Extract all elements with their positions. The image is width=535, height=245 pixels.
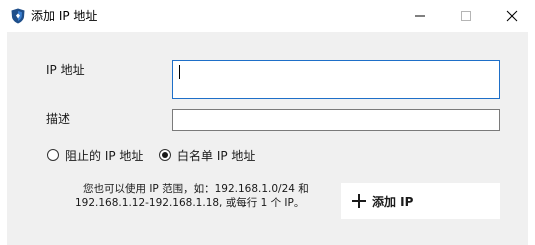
ip-address-label: IP 地址 (46, 63, 85, 77)
close-icon (506, 10, 518, 22)
minimize-icon (415, 15, 425, 17)
plus-icon (352, 194, 366, 208)
hint-line-1: 您也可以使用 IP 范围，如：192.168.1.0/24 和 (83, 183, 309, 195)
text-caret (179, 65, 180, 79)
title-bar[interactable]: 添加 IP 地址 (0, 0, 535, 32)
add-ip-dialog: 添加 IP 地址 IP 地址 描述 阻止的 IP 地址 白名单 IP 地址 您也… (0, 0, 535, 245)
maximize-icon (461, 11, 471, 21)
radio-button-unchecked[interactable] (47, 149, 59, 161)
maximize-button[interactable] (443, 0, 489, 32)
minimize-button[interactable] (397, 0, 443, 32)
description-input[interactable] (172, 109, 500, 131)
add-ip-button-label: 添加 IP (372, 194, 414, 209)
window-title: 添加 IP 地址 (31, 9, 98, 23)
ip-address-input[interactable] (172, 60, 500, 99)
radio-blocked-ip-label: 阻止的 IP 地址 (65, 148, 144, 163)
description-label: 描述 (46, 112, 71, 126)
radio-blocked-ip[interactable]: 阻止的 IP 地址 (47, 148, 144, 163)
hint-line-2: 192.168.1.12-192.168.1.18, 或每行 1 个 IP。 (75, 197, 305, 209)
dialog-body: IP 地址 描述 阻止的 IP 地址 白名单 IP 地址 您也可以使用 IP 范… (7, 32, 528, 245)
add-ip-button[interactable]: 添加 IP (341, 183, 500, 219)
radio-whitelist-ip[interactable]: 白名单 IP 地址 (159, 148, 256, 163)
close-button[interactable] (489, 0, 535, 32)
radio-button-checked[interactable] (159, 149, 171, 161)
radio-whitelist-ip-label: 白名单 IP 地址 (177, 148, 256, 163)
ip-range-hint: 您也可以使用 IP 范围，如：192.168.1.0/24 和 192.168.… (75, 182, 335, 210)
shield-icon (10, 8, 26, 24)
